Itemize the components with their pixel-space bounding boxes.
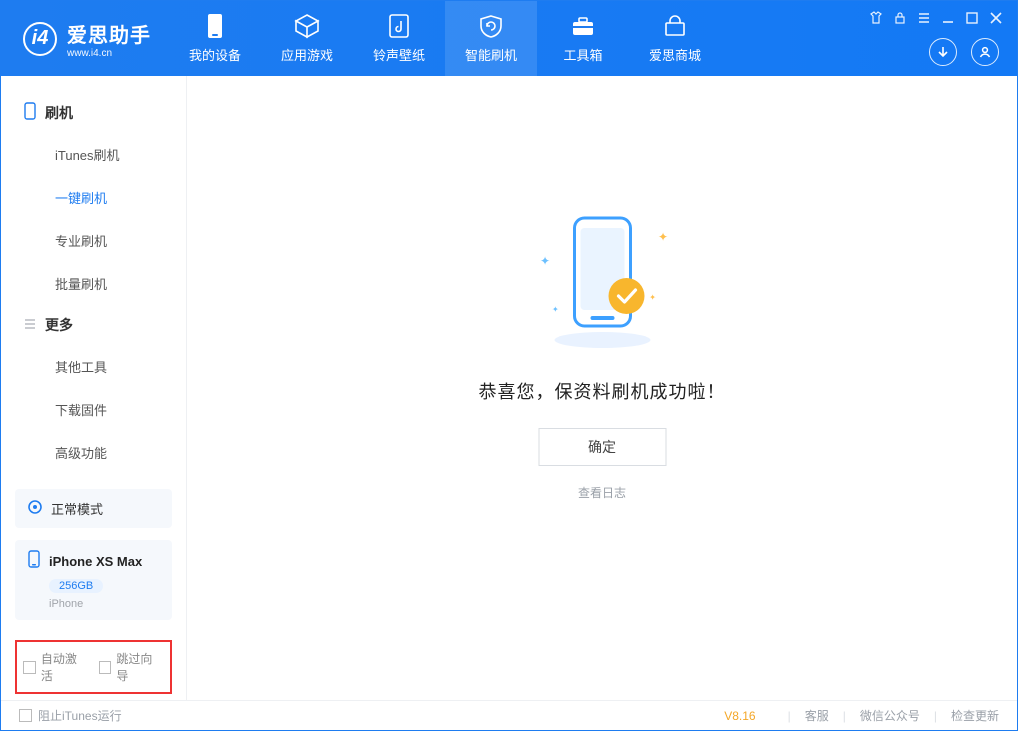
logo: i4 爱思助手 www.i4.cn [1, 19, 169, 59]
footer-link-wechat[interactable]: 微信公众号 [860, 707, 920, 724]
footer-link-support[interactable]: 客服 [805, 707, 829, 724]
close-button[interactable] [989, 11, 1003, 28]
sidebar: 刷机 iTunes刷机 一键刷机 专业刷机 批量刷机 更多 其他工具 下载固件 … [1, 76, 187, 700]
window-controls [869, 11, 1003, 28]
app-name-en: www.i4.cn [67, 48, 151, 59]
nav-my-device[interactable]: 我的设备 [169, 1, 261, 76]
menu-icon[interactable] [917, 11, 931, 28]
success-illustration: ✦ ✦ ✦ ✦ [522, 200, 682, 360]
checkbox-icon [99, 661, 112, 674]
separator: | [843, 709, 846, 723]
lock-icon[interactable] [893, 11, 907, 28]
device-card[interactable]: iPhone XS Max 256GB iPhone [15, 540, 172, 620]
device-icon [27, 550, 41, 573]
user-button[interactable] [971, 38, 999, 66]
nav-apps-games[interactable]: 应用游戏 [261, 1, 353, 76]
sidebar-item-oneclick-flash[interactable]: 一键刷机 [55, 176, 186, 219]
toolbox-icon [570, 13, 596, 39]
phone-outline-icon [23, 102, 37, 123]
nav-label: 铃声壁纸 [373, 45, 425, 64]
mode-label: 正常模式 [51, 499, 103, 518]
sidebar-item-itunes-flash[interactable]: iTunes刷机 [55, 133, 186, 176]
nav-label: 应用游戏 [281, 45, 333, 64]
sidebar-item-other-tools[interactable]: 其他工具 [55, 345, 186, 388]
device-capacity: 256GB [49, 579, 103, 593]
top-nav: 我的设备 应用游戏 铃声壁纸 智能刷机 工具箱 爱思商城 [169, 1, 721, 76]
checkbox-icon [23, 661, 36, 674]
device-type: iPhone [49, 598, 160, 610]
header-action-circles [929, 38, 999, 66]
ok-button[interactable]: 确定 [538, 428, 666, 466]
checkbox-label: 自动激活 [41, 650, 89, 684]
separator: | [934, 709, 937, 723]
body: 刷机 iTunes刷机 一键刷机 专业刷机 批量刷机 更多 其他工具 下载固件 … [1, 76, 1017, 700]
sidebar-item-batch-flash[interactable]: 批量刷机 [55, 262, 186, 305]
sparkle-icon: ✦ [552, 305, 559, 314]
sparkle-icon: ✦ [540, 254, 550, 268]
sidebar-item-download-firmware[interactable]: 下载固件 [55, 388, 186, 431]
main-content: ✦ ✦ ✦ ✦ 恭喜您，保资料刷机成功啦！ 确定 查看日志 [187, 76, 1017, 700]
music-file-icon [386, 13, 412, 39]
maximize-button[interactable] [965, 11, 979, 28]
nav-label: 工具箱 [563, 45, 602, 64]
logo-icon: i4 [23, 22, 57, 56]
store-icon [662, 13, 688, 39]
checkbox-skip-guide[interactable]: 跳过向导 [99, 650, 165, 684]
minimize-button[interactable] [941, 11, 955, 28]
sidebar-group-flash: 刷机 [1, 92, 186, 133]
sidebar-item-pro-flash[interactable]: 专业刷机 [55, 219, 186, 262]
mode-icon [27, 499, 43, 518]
nav-label: 智能刷机 [465, 45, 517, 64]
device-name: iPhone XS Max [49, 554, 142, 569]
footer-link-check-update[interactable]: 检查更新 [951, 707, 999, 724]
refresh-shield-icon [478, 13, 504, 39]
device-mode-card[interactable]: 正常模式 [15, 489, 172, 528]
nav-label: 我的设备 [189, 45, 241, 64]
view-log-link[interactable]: 查看日志 [578, 484, 626, 501]
cube-icon [294, 13, 320, 39]
group-title: 刷机 [45, 103, 73, 123]
highlighted-checkbox-row: 自动激活 跳过向导 [15, 640, 172, 694]
checkbox-auto-activate[interactable]: 自动激活 [23, 650, 89, 684]
sidebar-group-flash-items: iTunes刷机 一键刷机 专业刷机 批量刷机 [1, 133, 186, 305]
sparkle-icon: ✦ [649, 293, 656, 302]
header: i4 爱思助手 www.i4.cn 我的设备 应用游戏 铃声壁纸 智能刷机 工具… [1, 1, 1017, 76]
list-icon [23, 317, 37, 334]
sidebar-group-more-items: 其他工具 下载固件 高级功能 [1, 345, 186, 474]
group-title: 更多 [45, 315, 73, 335]
sidebar-item-advanced[interactable]: 高级功能 [55, 431, 186, 474]
nav-store[interactable]: 爱思商城 [629, 1, 721, 76]
version-label: V8.16 [724, 709, 755, 723]
success-panel: ✦ ✦ ✦ ✦ 恭喜您，保资料刷机成功啦！ 确定 查看日志 [479, 200, 726, 502]
download-button[interactable] [929, 38, 957, 66]
success-message: 恭喜您，保资料刷机成功啦！ [479, 378, 726, 404]
device-icon [202, 13, 228, 39]
app-name-cn: 爱思助手 [67, 19, 151, 48]
separator: | [788, 709, 791, 723]
sparkle-icon: ✦ [658, 230, 668, 244]
shirt-icon[interactable] [869, 11, 883, 28]
nav-ringtones-wallpapers[interactable]: 铃声壁纸 [353, 1, 445, 76]
footer-block-itunes-label: 阻止iTunes运行 [38, 707, 122, 724]
sidebar-group-more: 更多 [1, 305, 186, 345]
nav-label: 爱思商城 [649, 45, 701, 64]
nav-toolbox[interactable]: 工具箱 [537, 1, 629, 76]
nav-smart-flash[interactable]: 智能刷机 [445, 1, 537, 76]
checkbox-label: 跳过向导 [116, 650, 164, 684]
checkbox-icon [19, 709, 32, 722]
footer: 阻止iTunes运行 V8.16 | 客服 | 微信公众号 | 检查更新 [1, 700, 1017, 730]
footer-block-itunes[interactable]: 阻止iTunes运行 [19, 707, 122, 724]
logo-text: 爱思助手 www.i4.cn [67, 19, 151, 59]
